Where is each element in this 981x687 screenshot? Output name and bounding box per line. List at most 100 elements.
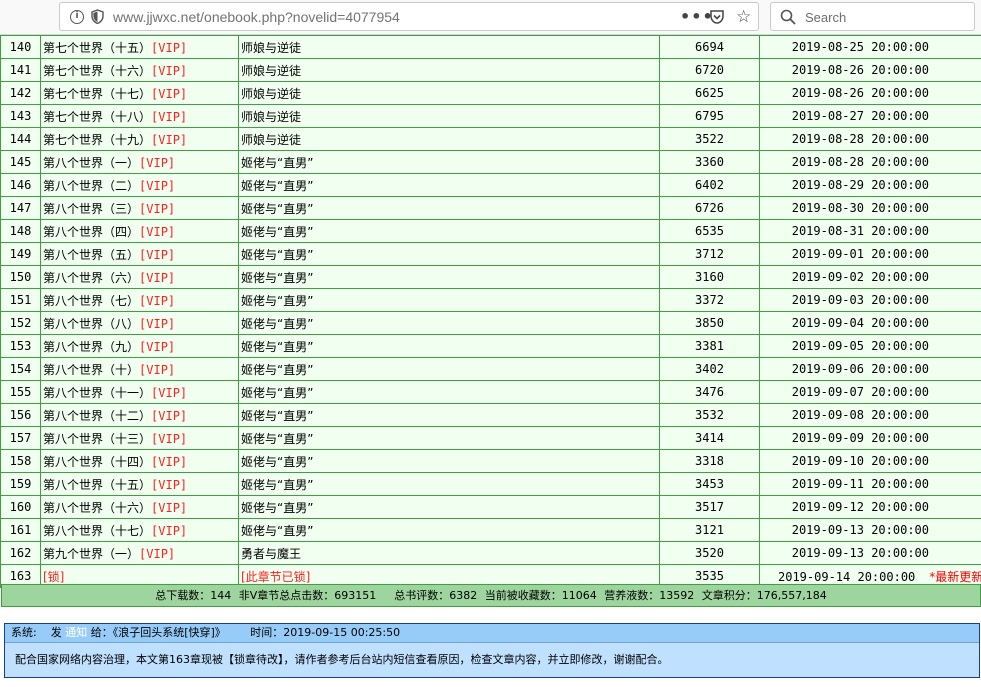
vip-badge: [VIP] — [139, 270, 176, 285]
chapter-title-link[interactable]: 第七个世界（十五） — [43, 41, 151, 55]
vip-badge: [VIP] — [139, 224, 176, 239]
vip-badge: [VIP] — [139, 247, 176, 262]
chapter-number: 162 — [0, 541, 41, 565]
chapter-publish-time: 2019-09-01 20:00:00 — [759, 242, 981, 266]
chapter-number: 148 — [0, 219, 41, 243]
total-reviews: 总书评数：6382 — [394, 589, 478, 602]
chapter-title-link[interactable]: 第八个世界（六） — [43, 271, 139, 285]
chapter-word-count: 3360 — [659, 150, 760, 174]
url-text[interactable]: www.jjwxc.net/onebook.php?novelid=407795… — [113, 9, 400, 25]
vip-badge: [VIP] — [139, 178, 176, 193]
chapter-summary-text: 姬佬与“直男” — [241, 178, 314, 193]
chapter-publish-time: 2019-09-07 20:00:00 — [759, 380, 981, 404]
chapter-publish-time: 2019-09-08 20:00:00 — [759, 403, 981, 427]
chapter-title-link[interactable]: 第八个世界（三） — [43, 202, 139, 216]
chapter-title-link[interactable]: 第八个世界（十五） — [43, 478, 151, 492]
chapter-title-link[interactable]: 第七个世界（十六） — [43, 64, 151, 78]
chapter-row: 159 第八个世界（十五）[VIP] 姬佬与“直男” 3453 2019-09-11 2… — [0, 472, 981, 496]
chapter-summary: 勇者与魔王 — [238, 541, 660, 565]
chapter-title-link[interactable]: 第八个世界（七） — [43, 294, 139, 308]
info-icon[interactable]: i — [70, 10, 84, 24]
chapter-number: 146 — [0, 173, 41, 197]
chapter-row: 144 第七个世界（十九）[VIP] 师娘与逆徒 3522 2019-08-28 20:… — [0, 127, 981, 151]
chapter-title-link[interactable]: 第九个世界（一） — [43, 547, 139, 561]
chapter-title-link[interactable]: 第七个世界（十七） — [43, 87, 151, 101]
notice-link[interactable]: 通知 — [65, 626, 87, 639]
chapter-summary-text: 姬佬与“直男” — [241, 431, 314, 446]
chapter-title-link[interactable]: 第八个世界（八） — [43, 317, 139, 331]
chapter-publish-time: 2019-08-25 20:00:00 — [759, 35, 981, 59]
chapter-row: 162 第九个世界（一）[VIP] 勇者与魔王 3520 2019-09-13 20:0… — [0, 541, 981, 565]
chapter-number: 160 — [0, 495, 41, 519]
address-bar[interactable]: i www.jjwxc.net/onebook.php?novelid=4077… — [59, 2, 759, 31]
chapter-row: 156 第八个世界（十二）[VIP] 姬佬与“直男” 3532 2019-09-08 2… — [0, 403, 981, 427]
chapter-summary: 姬佬与“直男” — [238, 265, 660, 289]
chapter-title-link[interactable]: 第八个世界（九） — [43, 340, 139, 354]
chapter-title-cell: 第八个世界（十六）[VIP] — [40, 495, 239, 519]
chapter-title-cell: 第八个世界（八）[VIP] — [40, 311, 239, 335]
chapter-summary: 师娘与逆徒 — [238, 104, 660, 128]
chapter-summary: 姬佬与“直男” — [238, 518, 660, 542]
chapter-word-count: 3532 — [659, 403, 760, 427]
chapter-row: 154 第八个世界（十）[VIP] 姬佬与“直男” 3402 2019-09-06 20… — [0, 357, 981, 381]
chapter-summary: 姬佬与“直男” — [238, 403, 660, 427]
chapter-row: 142 第七个世界（十七）[VIP] 师娘与逆徒 6625 2019-08-26 20:… — [0, 81, 981, 105]
chapter-summary-text: 姬佬与“直男” — [241, 362, 314, 377]
chapter-row: 147 第八个世界（三）[VIP] 姬佬与“直男” 6726 2019-08-30 20… — [0, 196, 981, 220]
chapter-title-link[interactable]: 第八个世界（十一） — [43, 386, 151, 400]
chapter-number: 149 — [0, 242, 41, 266]
vip-badge: [VIP] — [151, 86, 188, 101]
chapter-word-count: 3520 — [659, 541, 760, 565]
chapter-title-link[interactable]: 第七个世界（十八） — [43, 110, 151, 124]
favorites-count: 当前被收藏数：11064 — [484, 589, 597, 602]
chapter-publish-time: 2019-09-10 20:00:00 — [759, 449, 981, 473]
chapter-word-count: 3381 — [659, 334, 760, 358]
chapter-title-link[interactable]: 第八个世界（四） — [43, 225, 139, 239]
chapter-summary-text: 师娘与逆徒 — [241, 109, 302, 124]
chapter-word-count: 3453 — [659, 472, 760, 496]
vip-badge: [VIP] — [139, 362, 176, 377]
chapter-title-link[interactable]: 第八个世界（五） — [43, 248, 139, 262]
chapter-title-link[interactable]: 第八个世界（十六） — [43, 501, 151, 515]
chapter-title-cell: 第七个世界（十八）[VIP] — [40, 104, 239, 128]
chapter-word-count: 3121 — [659, 518, 760, 542]
url-path: /onebook.php?novelid=4077954 — [200, 9, 400, 25]
chapter-title-cell: 第八个世界（十四）[VIP] — [40, 449, 239, 473]
chapter-number: 140 — [0, 35, 41, 59]
chapter-summary: 姬佬与“直男” — [238, 311, 660, 335]
chapter-word-count: 3402 — [659, 357, 760, 381]
chapter-title-link[interactable]: 第八个世界（一） — [43, 156, 139, 170]
vip-badge: [VIP] — [151, 109, 188, 124]
chapter-title-cell: 第八个世界（五）[VIP] — [40, 242, 239, 266]
chapter-number: 151 — [0, 288, 41, 312]
search-box[interactable] — [770, 2, 975, 31]
chapter-title-link[interactable]: 第八个世界（十二） — [43, 409, 151, 423]
chapter-summary-text: 姬佬与“直男” — [241, 247, 314, 262]
vip-badge: [VIP] — [139, 546, 176, 561]
chapter-title-link[interactable]: 第八个世界（十四） — [43, 455, 151, 469]
chapter-title-link[interactable]: 第八个世界（十） — [43, 363, 139, 377]
search-input[interactable] — [805, 8, 965, 26]
non-vip-clicks: 非V章节总点击数：693151 — [238, 589, 377, 602]
tracking-shield-icon[interactable] — [91, 9, 104, 24]
pocket-icon[interactable] — [709, 9, 725, 25]
chapter-word-count: 3160 — [659, 265, 760, 289]
chapter-number: 152 — [0, 311, 41, 335]
vip-badge: [VIP] — [139, 316, 176, 331]
chapter-summary-text: 姬佬与“直男” — [241, 316, 314, 331]
system-notice: 系统: 发 通知 给：《浪子回头系统[快穿]》 时间：2019-09-15 00… — [4, 623, 980, 678]
chapter-title-link[interactable]: 第八个世界（十三） — [43, 432, 151, 446]
bookmark-star-icon[interactable]: ☆ — [736, 7, 751, 27]
chapter-title-cell: 第八个世界（九）[VIP] — [40, 334, 239, 358]
chapter-title-cell: 第八个世界（十二）[VIP] — [40, 403, 239, 427]
chapter-title-link[interactable]: 第七个世界（十九） — [43, 133, 151, 147]
chapter-number: 161 — [0, 518, 41, 542]
chapter-word-count: 3850 — [659, 311, 760, 335]
chapter-summary-text: 姬佬与“直男” — [241, 201, 314, 216]
chapter-word-count: 3414 — [659, 426, 760, 450]
chapter-summary-text: 姬佬与“直男” — [241, 339, 314, 354]
chapter-title-link[interactable]: 第八个世界（十七） — [43, 524, 151, 538]
article-score: 文章积分：176,557,184 — [701, 589, 827, 602]
chapter-word-count: 6625 — [659, 81, 760, 105]
chapter-title-link[interactable]: 第八个世界（二） — [43, 179, 139, 193]
